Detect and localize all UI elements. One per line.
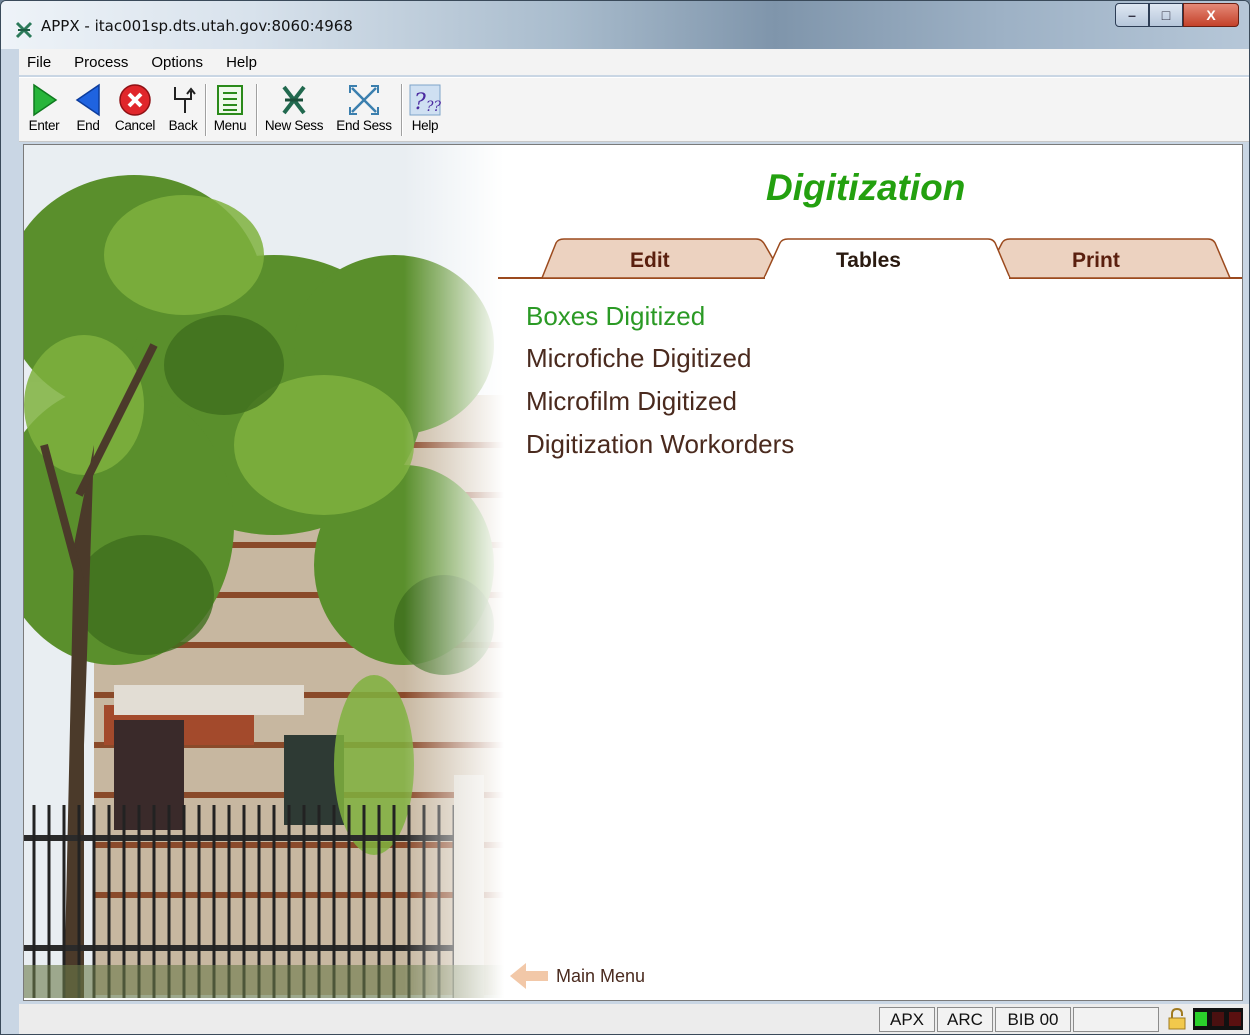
menu-item-microfilm-digitized[interactable]: Microfilm Digitized: [526, 386, 737, 417]
app-window: APPX - itac001sp.dts.utah.gov:8060:4968 …: [0, 0, 1250, 1035]
menu-process[interactable]: Process: [74, 54, 128, 71]
green-light-icon: [1195, 1012, 1208, 1026]
status-field-empty: [1073, 1007, 1159, 1032]
tab-tables[interactable]: Tables: [836, 249, 901, 273]
title-bar[interactable]: APPX - itac001sp.dts.utah.gov:8060:4968 …: [1, 1, 1249, 49]
play-triangle-icon: [33, 83, 58, 117]
tab-print[interactable]: Print: [1072, 249, 1120, 273]
menu-help[interactable]: Help: [226, 54, 257, 71]
cancel-button[interactable]: Cancel: [111, 82, 159, 133]
appx-logo-icon: [15, 21, 33, 39]
status-field-bib: BIB 00: [995, 1007, 1071, 1032]
main-menu-label: Main Menu: [556, 965, 646, 986]
back-triangle-icon: [75, 83, 100, 117]
svg-text:??: ??: [426, 99, 441, 115]
menu-item-microfiche-digitized[interactable]: Microfiche Digitized: [526, 343, 751, 374]
menu-item-digitization-workorders[interactable]: Digitization Workorders: [526, 429, 794, 460]
tab-edit[interactable]: Edit: [630, 249, 670, 273]
maximize-button[interactable]: □: [1149, 3, 1183, 27]
red-light-icon: [1228, 1012, 1241, 1026]
minimize-button[interactable]: –: [1115, 3, 1149, 27]
new-session-icon: [282, 85, 306, 115]
status-field-arc: ARC: [937, 1007, 993, 1032]
lock-icon: [1168, 1007, 1186, 1030]
help-icon: ???: [409, 84, 441, 116]
status-bar: APX ARC BIB 00: [19, 1004, 1249, 1034]
end-session-button[interactable]: End Sess: [333, 82, 395, 133]
window-title: APPX - itac001sp.dts.utah.gov:8060:4968: [41, 17, 353, 35]
new-session-button[interactable]: New Sess: [261, 82, 327, 133]
page-title: Digitization: [766, 167, 966, 208]
building-photo: [24, 145, 504, 998]
cancel-x-icon: [119, 84, 151, 116]
menu-button[interactable]: Menu: [210, 82, 250, 133]
main-content: Digitization Edit Tables Print Boxes Dig…: [23, 144, 1243, 1001]
red-light-icon: [1211, 1012, 1224, 1026]
main-menu-link[interactable]: Main Menu: [508, 961, 645, 991]
close-button[interactable]: X: [1183, 3, 1239, 27]
menu-options[interactable]: Options: [151, 54, 203, 71]
svg-text:?: ?: [414, 90, 426, 115]
toolbar: Enter End Cancel Back Menu New Sess End …: [19, 77, 1249, 142]
left-arrow-icon: [510, 963, 548, 989]
connection-indicator: [1193, 1008, 1243, 1030]
back-button[interactable]: Back: [165, 82, 201, 133]
tab-strip: Edit Tables Print: [498, 235, 1242, 285]
menu-item-boxes-digitized[interactable]: Boxes Digitized: [526, 301, 705, 332]
menu-bar: File Process Options Help: [19, 49, 1249, 75]
menu-file[interactable]: File: [27, 54, 51, 71]
status-field-apx: APX: [879, 1007, 935, 1032]
enter-button[interactable]: Enter: [25, 82, 63, 133]
end-session-icon: [349, 85, 379, 115]
end-button[interactable]: End: [71, 82, 105, 133]
back-arrow-icon: [174, 87, 196, 113]
menu-list-icon: [217, 85, 243, 115]
help-button[interactable]: ??? Help: [405, 82, 445, 133]
